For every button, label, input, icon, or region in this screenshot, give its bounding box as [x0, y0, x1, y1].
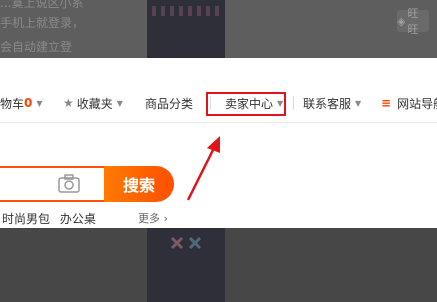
dimmed-logo-icon: [170, 236, 202, 250]
site-header: 物车 0 ▼ ★ 收藏夹 ▼ 商品分类 卖家中心 ▼ 联系客服 ▼ ≡ 网站导航: [0, 58, 437, 228]
hot-link[interactable]: 办公桌: [60, 212, 96, 226]
nav-site-navigation[interactable]: ≡ 网站导航: [381, 84, 437, 122]
nav-favorites[interactable]: ★ 收藏夹 ▼: [63, 84, 123, 122]
nav-site-navigation-label: 网站导航: [397, 96, 437, 111]
nav-cart[interactable]: 物车 0 ▼: [0, 84, 43, 122]
shield-icon: ◈: [397, 14, 406, 28]
camera-icon[interactable]: [58, 174, 80, 194]
chevron-right-icon: ›: [163, 212, 168, 225]
chevron-down-icon: ▼: [116, 98, 123, 108]
seller-center-highlight-box: [206, 92, 286, 116]
more-link[interactable]: 更多 ›: [138, 210, 168, 226]
chevron-down-icon: ▼: [36, 98, 43, 108]
nav-customer-service[interactable]: 联系客服 ▼: [303, 84, 361, 122]
dimmed-bottom-area: [0, 228, 437, 302]
nav-cart-label: 物车: [0, 96, 25, 111]
star-icon: ★: [63, 96, 74, 110]
dimmed-dots-decoration: [152, 6, 220, 16]
nav-categories[interactable]: 商品分类: [145, 84, 193, 122]
dimmed-text-line: 手机上就登录，: [0, 16, 85, 30]
nav-categories-label: 商品分类: [145, 96, 194, 111]
search-input[interactable]: [0, 166, 106, 202]
cart-count-badge: 0: [24, 96, 33, 110]
dimmed-top-area: ...寞上说区小系 手机上就登录， 会自动建立登 ◈ 旺旺: [0, 0, 437, 58]
dimmed-badge: ◈ 旺旺: [397, 7, 429, 36]
nav-divider: [293, 96, 294, 110]
chevron-down-icon: ▼: [355, 98, 362, 108]
hot-search-links: 时尚男包 办公桌: [2, 210, 102, 227]
nav-favorites-label: 收藏夹: [76, 96, 113, 111]
hot-link[interactable]: 时尚男包: [2, 212, 50, 226]
dimmed-text-line: 会自动建立登: [0, 40, 73, 54]
search-button[interactable]: 搜索: [104, 166, 174, 202]
nav-customer-service-label: 联系客服: [303, 96, 352, 111]
menu-icon: ≡: [381, 96, 392, 110]
